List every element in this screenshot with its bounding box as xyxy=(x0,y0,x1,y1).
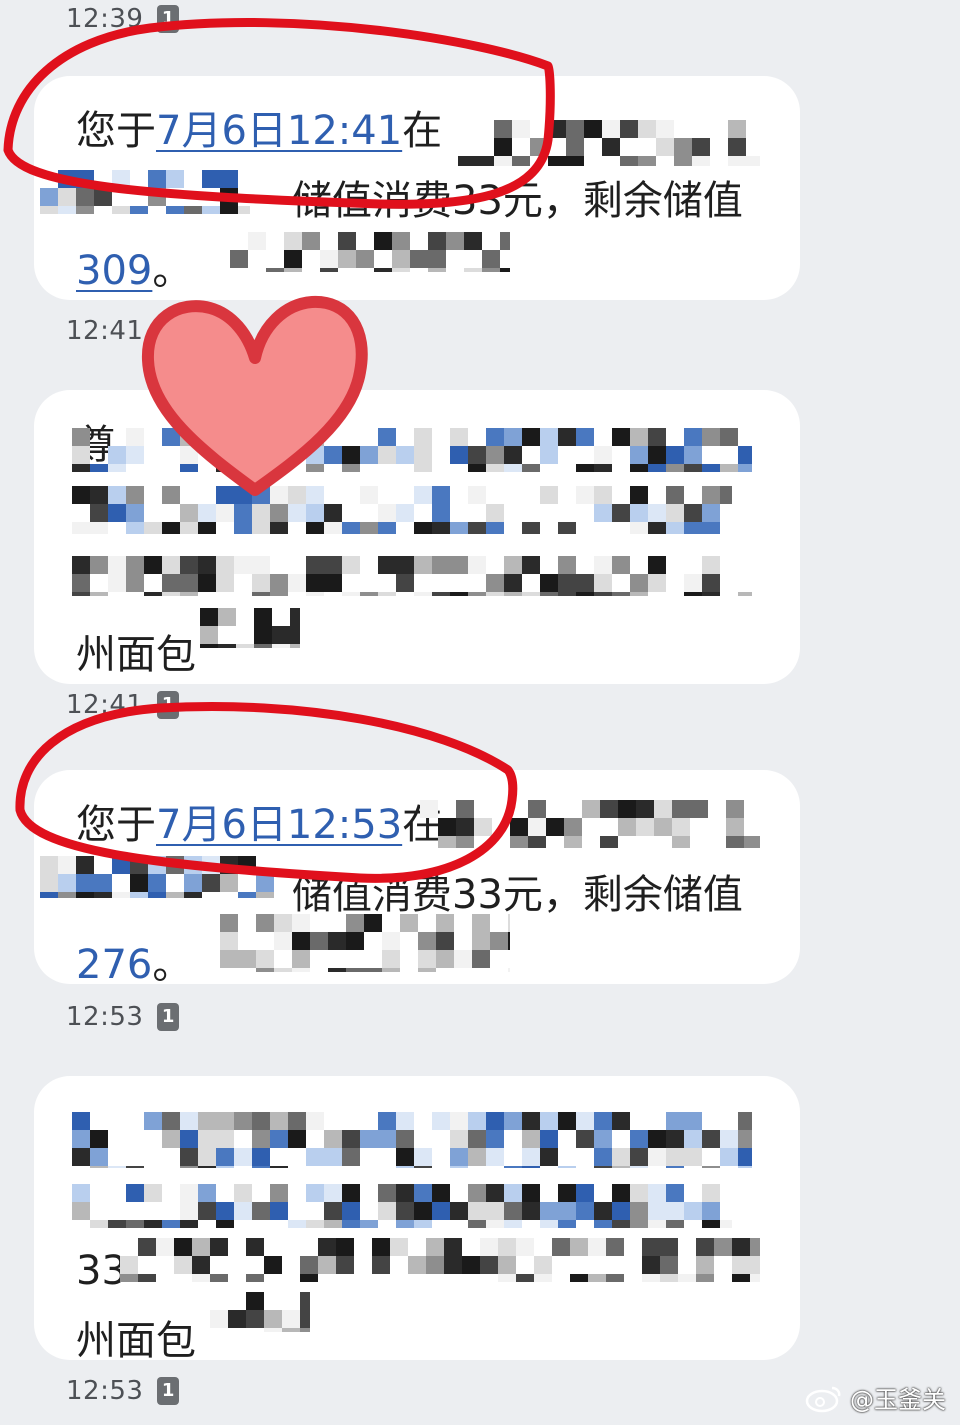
message-bubble[interactable]: 33 州面包 xyxy=(34,1076,800,1360)
watermark-text: @玉釜关 xyxy=(850,1386,946,1414)
message-text: 州面包 xyxy=(76,632,196,678)
message-text: 储值消费33元，剩余储值 xyxy=(292,178,743,224)
message-bubble[interactable]: 您于7月6日12:41在 储值消费33元，剩余储值 309。 xyxy=(34,76,800,300)
amount-link[interactable]: 309 xyxy=(76,248,152,294)
message-bubble[interactable]: 您于7月6日12:53在 储值消费33元，剩余储值 276。 xyxy=(34,770,800,984)
message-line: 309。 xyxy=(76,236,760,300)
timestamp-text: 12:39 xyxy=(66,4,144,34)
sim-1-icon: 1 xyxy=(157,1377,180,1405)
message-timestamp: 12:41 1 xyxy=(66,688,180,722)
message-timestamp: 12:41 1 xyxy=(66,314,180,348)
message-line xyxy=(76,1096,760,1166)
datetime-link[interactable]: 7月6日12:53 xyxy=(156,802,402,848)
message-line: 33 xyxy=(76,1236,760,1306)
message-text: 尊 xyxy=(76,422,116,468)
sim-1-icon: 1 xyxy=(157,691,180,719)
message-line: 尊 xyxy=(76,410,760,480)
message-line: 储值消费33元，剩余储值 xyxy=(76,860,760,930)
message-line: 276。 xyxy=(76,930,760,984)
timestamp-text: 12:53 xyxy=(66,1002,144,1032)
message-line: 您于7月6日12:53在 xyxy=(76,790,760,860)
message-line xyxy=(76,1166,760,1236)
message-timestamp: 12:39 1 xyxy=(66,2,180,36)
message-text: 州面包 xyxy=(76,1318,196,1360)
timestamp-text: 12:41 xyxy=(66,316,144,346)
timestamp-text: 12:41 xyxy=(66,690,144,720)
amount-link[interactable]: 276 xyxy=(76,942,152,984)
message-text: 您于 xyxy=(76,802,156,848)
message-bubble[interactable]: 尊 州面包 xyxy=(34,390,800,684)
message-text: 在 xyxy=(402,802,443,848)
message-text: 。 xyxy=(152,248,193,294)
message-line xyxy=(76,480,760,550)
weibo-logo-icon xyxy=(805,1386,841,1412)
message-line: 储值消费33元，剩余储值 xyxy=(76,166,760,236)
sim-1-icon: 1 xyxy=(157,5,180,33)
timestamp-text: 12:53 xyxy=(66,1376,144,1406)
message-text: 33 xyxy=(76,1248,127,1294)
watermark: @玉釜关 xyxy=(804,1380,946,1415)
message-text: 储值消费33元，剩余储值 xyxy=(292,872,743,918)
message-text: 您于 xyxy=(76,108,156,154)
sim-1-icon: 1 xyxy=(157,317,180,345)
message-text: 在 xyxy=(402,108,443,154)
message-text: 。 xyxy=(152,942,193,984)
message-line: 州面包 xyxy=(76,620,760,684)
datetime-link[interactable]: 7月6日12:41 xyxy=(156,108,402,154)
message-line xyxy=(76,550,760,620)
message-timestamp: 12:53 1 xyxy=(66,1000,180,1034)
message-line: 州面包 xyxy=(76,1306,760,1360)
sim-1-icon: 1 xyxy=(157,1003,180,1031)
message-line: 您于7月6日12:41在 xyxy=(76,96,760,166)
message-timestamp: 12:53 1 xyxy=(66,1374,180,1408)
